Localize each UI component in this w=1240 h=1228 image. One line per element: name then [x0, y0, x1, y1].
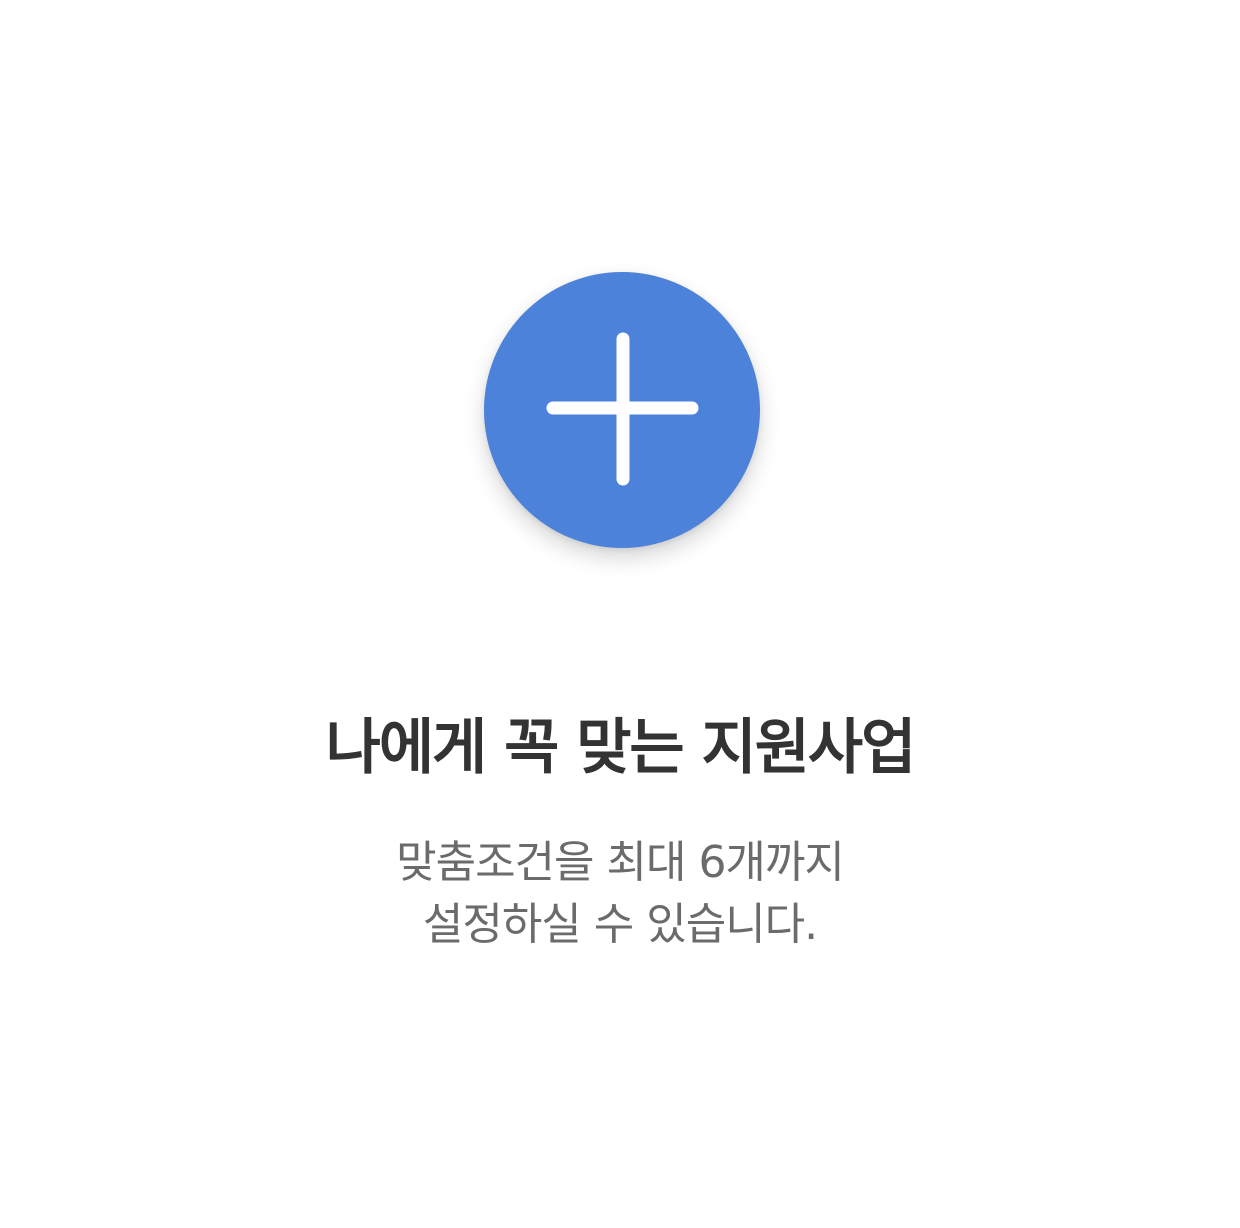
plus-icon: [546, 332, 699, 486]
page-title: 나에게 꼭 맞는 지원사업: [325, 713, 917, 783]
description: 맞춤조건을 최대 6개까지 설정하실 수 있습니다.: [0, 832, 1240, 956]
description-line-1: 맞춤조건을 최대 6개까지: [396, 837, 845, 888]
add-condition-button[interactable]: [484, 272, 760, 548]
description-line-2: 설정하실 수 있습니다.: [422, 899, 818, 950]
